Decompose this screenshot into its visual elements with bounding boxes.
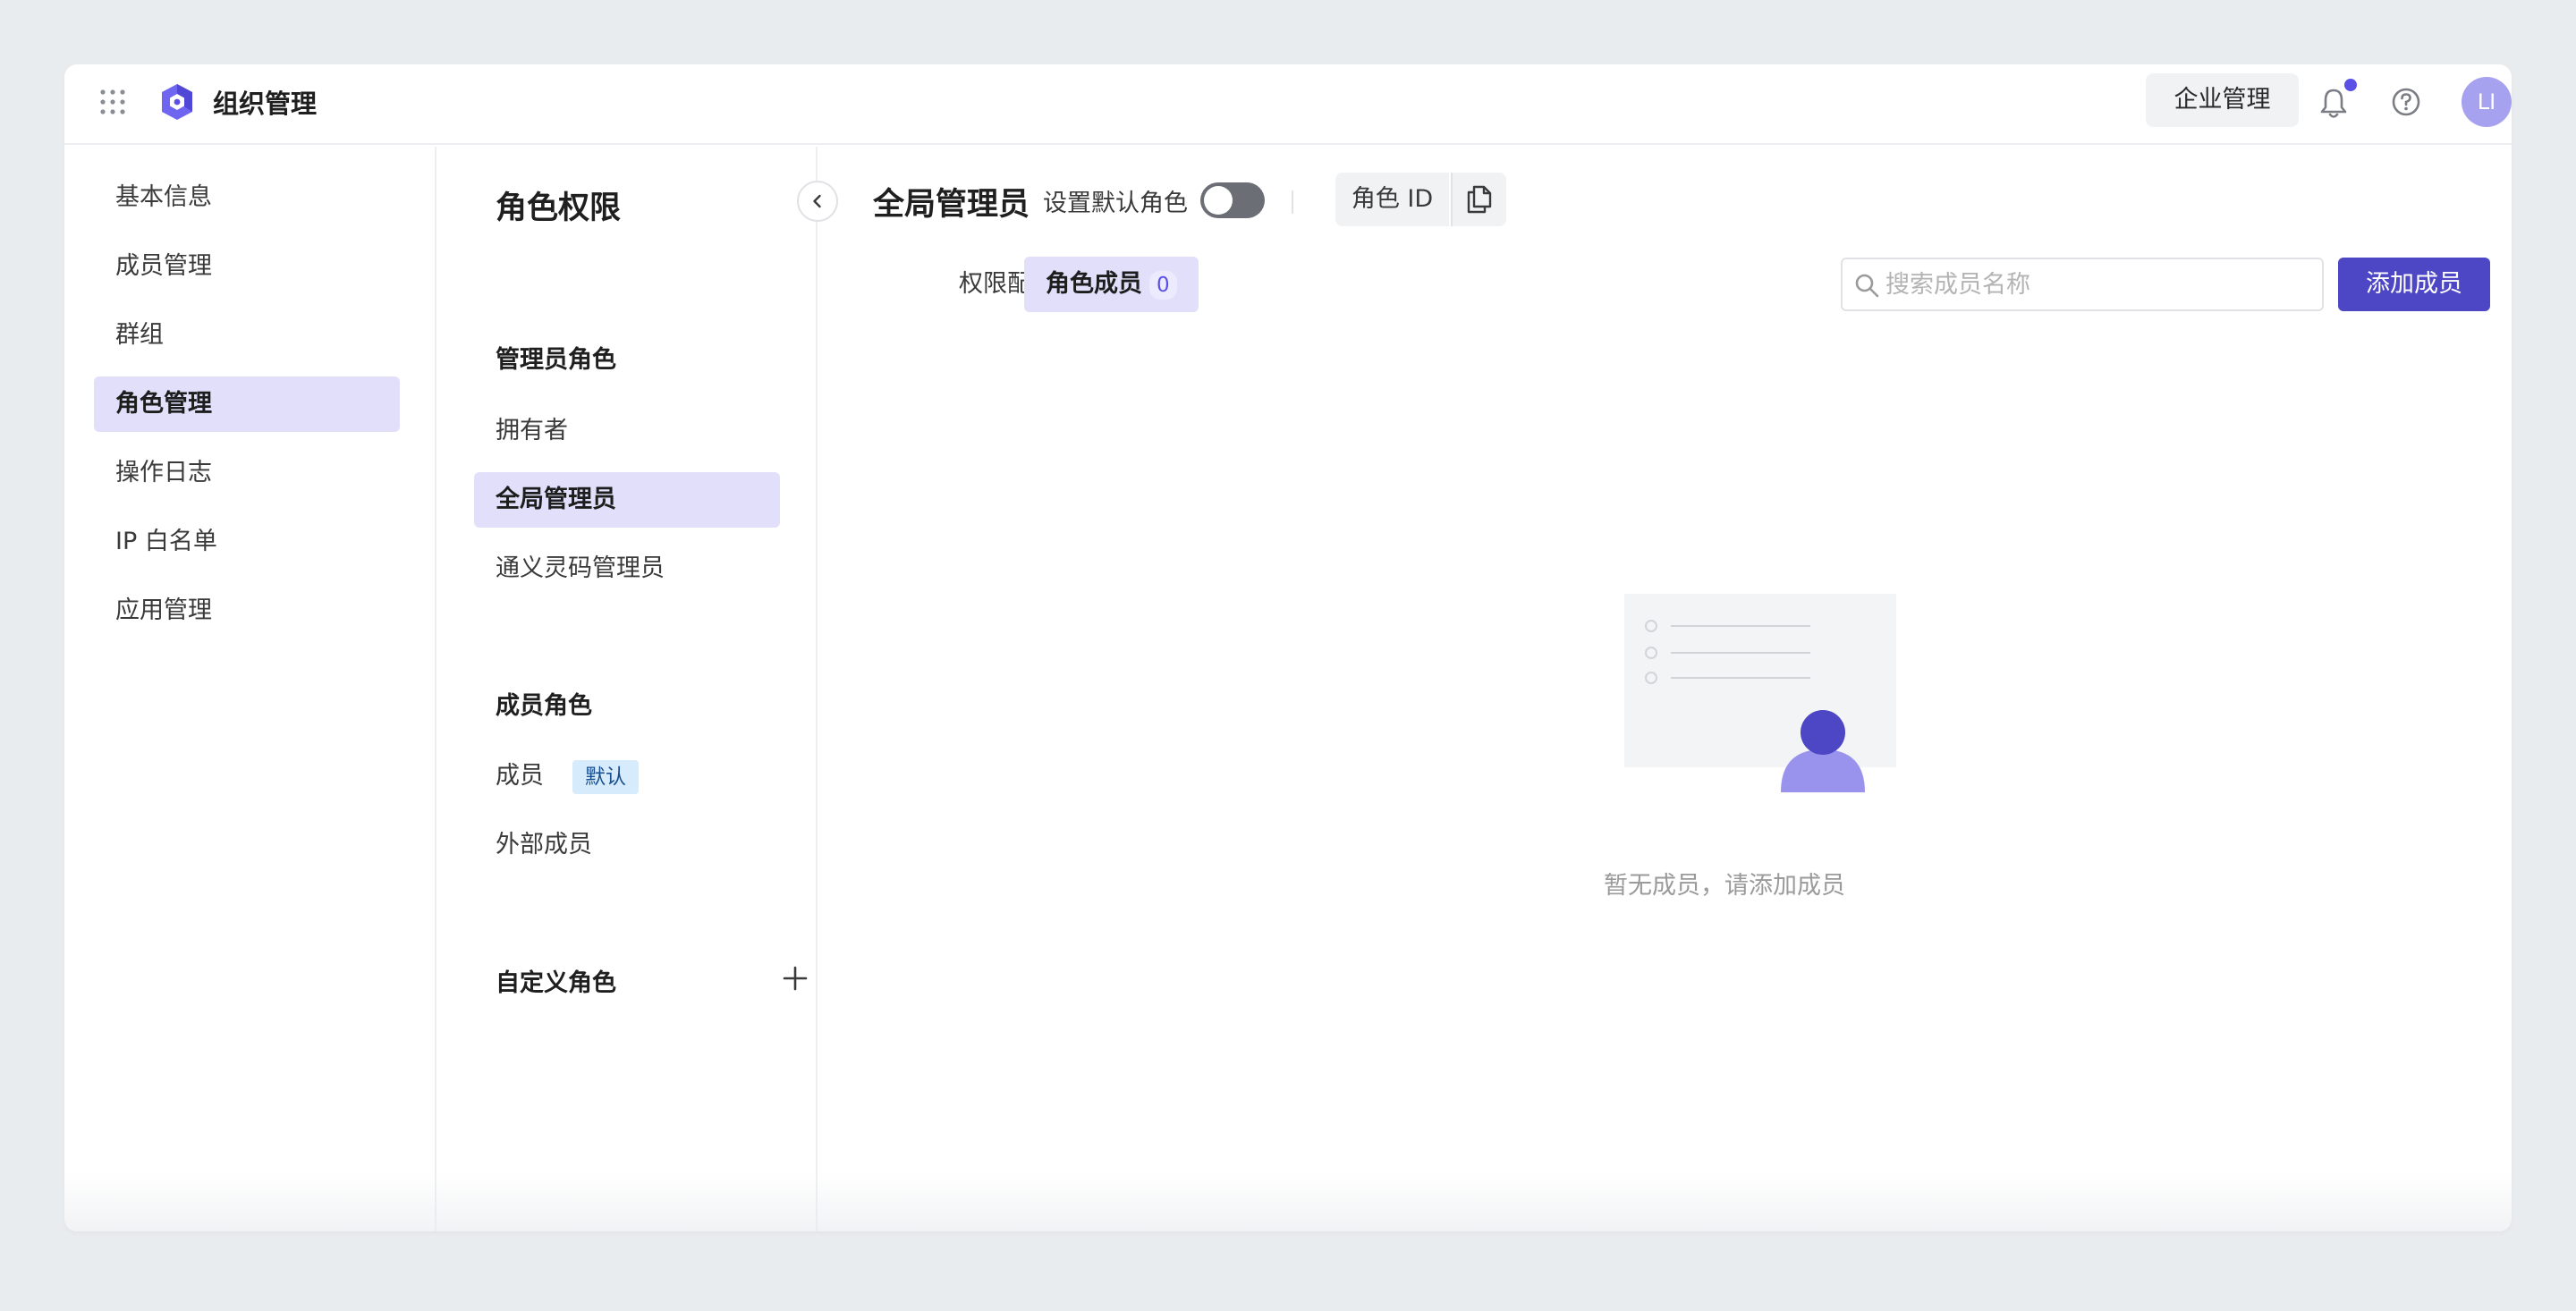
sidebar-item-groups[interactable]: 群组 xyxy=(94,308,400,363)
collapse-panel-button[interactable] xyxy=(797,181,838,222)
sidebar-item-operation-log[interactable]: 操作日志 xyxy=(94,445,400,501)
role-panel-title: 角色权限 xyxy=(496,190,622,226)
default-role-toggle[interactable] xyxy=(1200,182,1265,218)
notification-bell-icon[interactable] xyxy=(2318,86,2349,120)
sidebar-item-ip-whitelist[interactable]: IP 白名单 xyxy=(94,514,400,570)
sidebar-item-app-management[interactable]: 应用管理 xyxy=(94,583,400,639)
sidebar-item-basic-info[interactable]: 基本信息 xyxy=(94,170,400,225)
app-title: 组织管理 xyxy=(213,89,318,119)
app-window: 组织管理 企业管理 LI 基本信息 成员管理 群组 角色管理 操作日志 IP 白… xyxy=(64,64,2512,1231)
notification-dot xyxy=(2344,79,2357,91)
add-member-button[interactable]: 添加成员 xyxy=(2338,258,2490,311)
member-search-input[interactable] xyxy=(1885,259,2315,309)
app-logo-icon xyxy=(162,84,192,120)
search-icon xyxy=(1855,274,1879,298)
empty-members-illustration xyxy=(1624,594,1896,792)
copy-icon xyxy=(1467,185,1492,214)
member-count-badge: 0 xyxy=(1149,271,1177,300)
member-search-box xyxy=(1841,258,2324,311)
enterprise-management-button[interactable]: 企业管理 xyxy=(2146,73,2299,127)
default-badge: 默认 xyxy=(572,759,639,794)
chevron-left-icon xyxy=(813,194,821,208)
role-item-owner[interactable]: 拥有者 xyxy=(474,403,780,459)
role-item-lingma-admin[interactable]: 通义灵码管理员 xyxy=(474,541,780,596)
tab-role-members-label: 角色成员 xyxy=(1046,270,1142,298)
admin-roles-section-title: 管理员角色 xyxy=(496,346,616,374)
member-roles-section-title: 成员角色 xyxy=(496,692,592,720)
left-sidebar: 基本信息 成员管理 群组 角色管理 操作日志 IP 白名单 应用管理 xyxy=(64,147,436,1231)
role-item-member-label: 成员 xyxy=(496,762,544,790)
tab-role-members[interactable]: 角色成员 0 xyxy=(1024,257,1199,312)
toggle-knob xyxy=(1204,186,1233,215)
add-custom-role-plus-icon[interactable] xyxy=(780,963,810,994)
sidebar-item-roles[interactable]: 角色管理 xyxy=(94,376,400,432)
default-role-label: 设置默认角色 xyxy=(1043,190,1188,217)
copy-role-id-button[interactable] xyxy=(1451,173,1506,226)
header-divider xyxy=(1292,190,1293,214)
role-id-label: 角色 ID xyxy=(1335,173,1449,226)
role-item-external-member[interactable]: 外部成员 xyxy=(474,817,780,873)
role-list-panel: 角色权限 管理员角色 拥有者 全局管理员 通义灵码管理员 成员角色 成员 默认 外… xyxy=(438,147,818,1231)
role-item-global-admin[interactable]: 全局管理员 xyxy=(474,472,780,528)
help-icon[interactable] xyxy=(2390,86,2422,118)
sidebar-item-members[interactable]: 成员管理 xyxy=(94,239,400,294)
empty-state-text: 暂无成员，请添加成员 xyxy=(1604,872,1845,900)
custom-roles-section-title: 自定义角色 xyxy=(496,969,616,997)
role-item-member[interactable]: 成员 默认 xyxy=(474,749,780,804)
user-avatar[interactable]: LI xyxy=(2462,77,2512,127)
role-detail-title: 全局管理员 xyxy=(873,187,1030,223)
top-header: 组织管理 企业管理 LI xyxy=(64,64,2512,145)
apps-grid-icon[interactable] xyxy=(98,88,127,116)
